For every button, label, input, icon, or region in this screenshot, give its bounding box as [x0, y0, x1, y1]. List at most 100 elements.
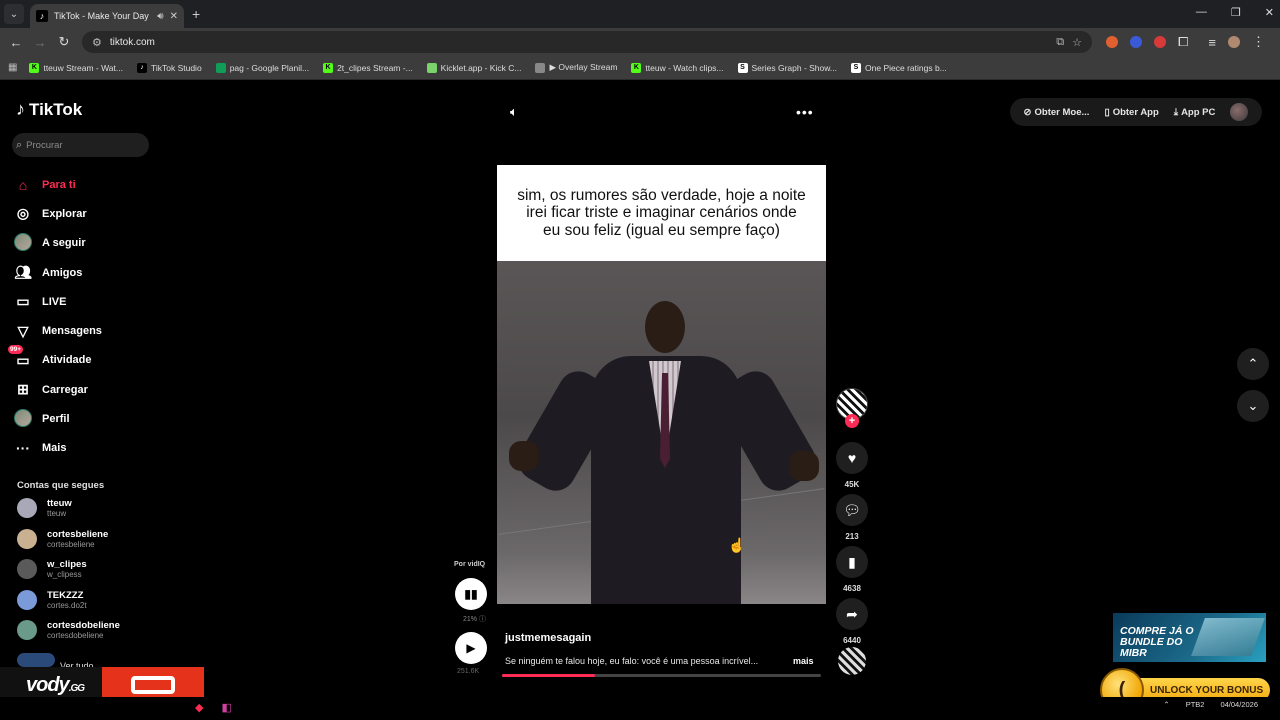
sidebar-item-atividade[interactable]: ▭ 99+ Atividade: [8, 344, 194, 375]
puzzle-icon[interactable]: ⧠: [1178, 34, 1188, 50]
profile-avatar[interactable]: [1230, 103, 1249, 121]
site-info-icon[interactable]: ⚙: [92, 36, 102, 49]
comment-action[interactable]: 💬︎ 213: [836, 494, 868, 541]
app-icon[interactable]: ◆: [195, 701, 203, 714]
sidebar-item-explorar[interactable]: ◎ Explorar: [14, 199, 194, 228]
play-button[interactable]: ▶: [455, 632, 487, 664]
save-action[interactable]: ▮ 4638: [836, 546, 868, 593]
bar-chart-icon: ▮▮: [464, 587, 478, 601]
sidebar-item-a-seguir[interactable]: A seguir: [14, 229, 194, 258]
video-description: Se ninguém te falou hoje, eu falo: você …: [505, 656, 759, 666]
followed-account[interactable]: tteuw tteuw: [17, 498, 72, 518]
kicklet-icon: [426, 62, 437, 73]
sound-icon[interactable]: 🔈︎: [510, 104, 518, 120]
sidebar-item-live[interactable]: ▭ LIVE: [14, 287, 194, 316]
followed-account[interactable]: cortesdobeliene cortesdobeliene: [17, 620, 120, 640]
share-icon[interactable]: ➦: [836, 598, 868, 630]
language-indicator[interactable]: PTB2: [1186, 700, 1205, 709]
share-count: 6440: [843, 636, 861, 645]
url-field[interactable]: ⚙ tiktok.com ⧉ ☆: [82, 31, 1092, 53]
app-pc-button[interactable]: ⤓ App PC: [1174, 107, 1216, 118]
more-options-icon[interactable]: •••: [796, 104, 814, 120]
get-app-button[interactable]: ▯ Obter App: [1104, 107, 1158, 118]
vidiq-stats-button[interactable]: ▮▮: [455, 578, 487, 610]
app-icon[interactable]: ◧: [221, 701, 231, 714]
video-progress-bar[interactable]: [502, 674, 821, 677]
profile-avatar[interactable]: [1228, 36, 1240, 48]
apps-grid-icon[interactable]: ▦: [8, 62, 17, 73]
share-action[interactable]: ➦ 6440: [836, 598, 868, 645]
bookmark-item[interactable]: pag - Google Planil...: [215, 62, 309, 73]
forward-icon[interactable]: →: [28, 35, 52, 50]
tiktok-logo[interactable]: ♪ TikTok: [16, 99, 82, 120]
bookmark-item[interactable]: ♪ TikTok Studio: [136, 62, 202, 73]
kick-icon: K: [29, 62, 40, 73]
upload-icon: ⊞: [17, 381, 29, 398]
close-window-icon[interactable]: ✕: [1265, 6, 1274, 19]
new-tab-button[interactable]: +: [192, 6, 200, 22]
back-icon[interactable]: ←: [4, 35, 28, 50]
mibr-ad-banner[interactable]: COMPRE JÁ O BUNDLE DO MIBR: [1113, 613, 1266, 662]
bookmark-item[interactable]: K 2t_clipes Stream -...: [323, 62, 413, 73]
bookmark-icon[interactable]: ▮: [836, 546, 868, 578]
follow-plus-icon[interactable]: +: [845, 414, 859, 428]
minimize-icon[interactable]: —: [1196, 6, 1207, 19]
live-icon: ▭: [16, 293, 30, 310]
tiktok-note-icon: ♪: [16, 99, 25, 119]
previous-video-button[interactable]: ⌃: [1237, 348, 1269, 380]
bookmark-item[interactable]: ▶ Overlay Stream: [535, 62, 617, 73]
vody-logo: vody.GG: [26, 673, 85, 696]
search-input[interactable]: ⌕ Procurar: [12, 133, 149, 157]
video-player[interactable]: sim, os rumores são verdade, hoje a noit…: [497, 165, 826, 604]
globe-icon: [535, 62, 546, 73]
bookmark-item[interactable]: S One Piece ratings b...: [851, 62, 947, 73]
more-link[interactable]: mais: [793, 656, 814, 666]
download-icon: ⤓: [1173, 106, 1179, 118]
save-count: 4638: [843, 584, 861, 593]
sidebar-item-mensagens[interactable]: ▽ Mensagens: [14, 316, 194, 345]
kebab-menu-icon[interactable]: ⋮: [1252, 34, 1265, 50]
sidebar-item-para-ti[interactable]: ⌂ Para ti: [14, 170, 194, 199]
speaker-icon[interactable]: 🔊︎: [157, 11, 163, 22]
extension-icon[interactable]: [1106, 36, 1118, 48]
browser-tab[interactable]: ♪ TikTok - Make Your Day 🔊︎ ✕: [30, 4, 184, 28]
close-tab-icon[interactable]: ✕: [170, 11, 178, 22]
bookmark-star-icon[interactable]: ☆: [1072, 36, 1082, 49]
reading-list-icon[interactable]: ≡: [1208, 35, 1216, 50]
restore-icon[interactable]: ❐: [1231, 6, 1241, 19]
bookmark-item[interactable]: Ktteuw - Watch clips...: [631, 62, 724, 73]
video-author[interactable]: justmemesagain: [505, 632, 591, 644]
followed-account[interactable]: TEKZZZ cortes.do2t: [17, 589, 87, 610]
reload-icon[interactable]: ↻: [52, 34, 76, 50]
see-all-toggle[interactable]: [17, 653, 55, 667]
account-handle: cortes.do2t: [47, 600, 87, 610]
bookmark-label: tteuw Stream - Wat...: [43, 62, 123, 73]
bookmark-item[interactable]: Kicklet.app - Kick C...: [426, 62, 521, 73]
comment-icon[interactable]: 💬︎: [836, 494, 868, 526]
install-app-icon[interactable]: ⧉: [1056, 36, 1064, 49]
bookmark-item[interactable]: Ktteuw Stream - Wat...: [29, 62, 123, 73]
followed-account[interactable]: cortesbeliene cortesbeliene: [17, 528, 108, 549]
chevron-up-icon[interactable]: ⌃: [1163, 700, 1169, 709]
like-action[interactable]: ♥ 45K: [836, 442, 868, 489]
get-coins-button[interactable]: ⊘ Obter Moe...: [1024, 107, 1090, 118]
avatar: [14, 408, 32, 430]
sidebar-item-label: Amigos: [42, 266, 83, 279]
bookmark-item[interactable]: S Series Graph - Show...: [737, 62, 837, 73]
extension-icon[interactable]: [1154, 36, 1166, 48]
next-video-button[interactable]: ⌄: [1237, 390, 1269, 422]
music-disc-icon[interactable]: [838, 647, 866, 675]
account-handle: w_clipess: [47, 570, 82, 579]
sidebar-item-carregar[interactable]: ⊞ Carregar: [14, 375, 194, 404]
heart-icon[interactable]: ♥: [836, 442, 868, 474]
sidebar-item-amigos[interactable]: 👥︎ Amigos: [14, 258, 194, 287]
sidebar-item-mais[interactable]: ··· Mais: [14, 434, 194, 463]
tab-search-chevron-icon[interactable]: ⌄: [4, 4, 24, 24]
sidebar-item-perfil[interactable]: Perfil: [14, 404, 194, 433]
followed-account[interactable]: w_clipes w_clipess: [17, 559, 87, 579]
extension-icon[interactable]: [1130, 36, 1142, 48]
system-tray: ⌃ PTB2 04/04/2026: [1163, 700, 1258, 709]
s-icon: S: [737, 62, 748, 73]
sidebar-item-label: Atividade: [42, 354, 92, 367]
extensions: ⧠ ≡ ⋮: [1106, 34, 1265, 50]
